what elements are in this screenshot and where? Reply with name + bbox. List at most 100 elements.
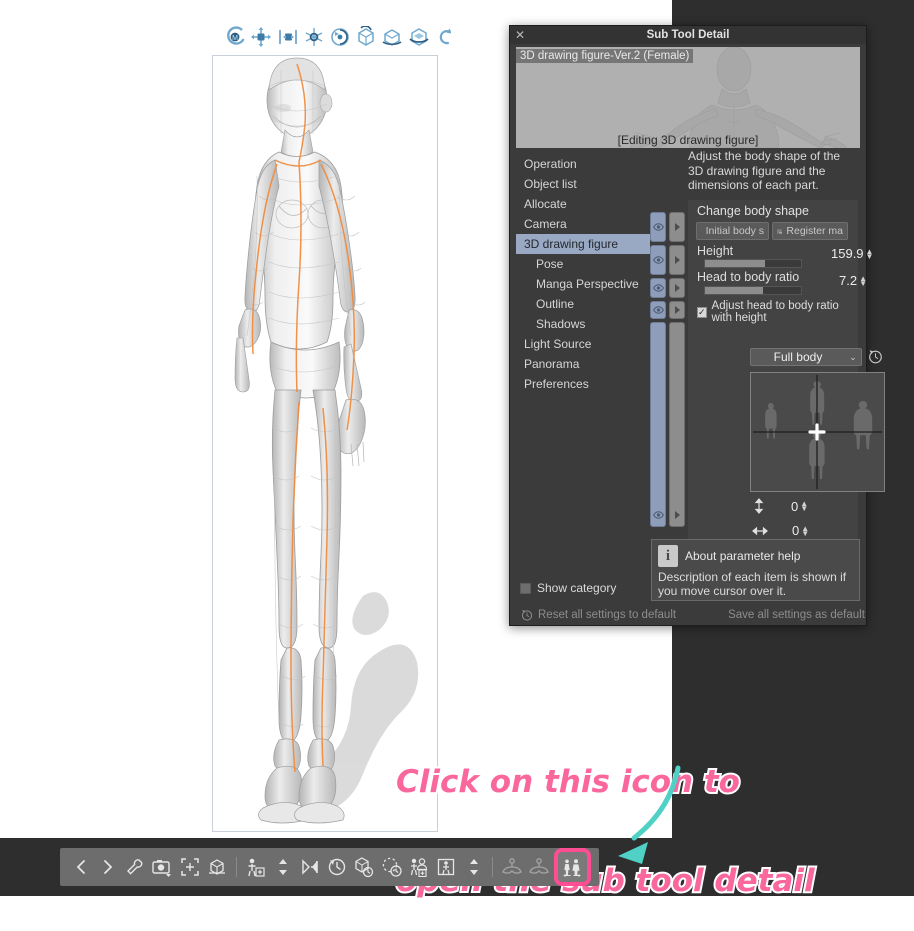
height-spinner[interactable]: 159.9 ▲ ▼ [831,246,873,261]
eye-icon[interactable] [650,322,666,527]
horizontal-offset-row[interactable]: 0 ▲ ▼ [752,523,809,538]
sidebar-item-shadows[interactable]: Shadows [516,314,650,334]
body-part-reset-icon[interactable] [868,349,883,367]
initial-body-shape-label: Initial body s [705,225,764,237]
sidebar-item-object-list[interactable]: Object list [516,174,650,194]
fit-to-screen-button[interactable] [177,853,202,881]
hand-pose-right-button[interactable] [526,853,551,881]
eye-icon[interactable] [650,245,666,275]
sub-tool-detail-button[interactable] [553,848,591,886]
sidebar-item-allocate[interactable]: Allocate [516,194,650,214]
sidebar-item-operation[interactable]: Operation [516,154,650,174]
height-slider[interactable] [704,259,802,268]
sidebar-item-light-source[interactable]: Light Source [516,334,650,354]
vertical-offset-spinner[interactable]: 0 ▲ ▼ [791,499,808,514]
horizontal-offset-value: 0 [792,523,800,538]
hand-pose-left-button[interactable] [499,853,524,881]
sidebar-item-pose[interactable]: Pose [516,254,650,274]
reset-all-settings-button[interactable]: Reset all settings to default [511,609,676,621]
palette-title: Sub Tool Detail [646,29,730,41]
sidebar-item-preferences[interactable]: Preferences [516,374,650,394]
show-category-checkbox[interactable] [520,582,531,594]
camera-angle-button[interactable] [150,853,175,881]
vertical-offset-value: 0 [791,498,799,514]
move-free-icon[interactable] [250,25,272,49]
body-shape-pad[interactable] [750,372,885,492]
chevron-right-icon[interactable] [669,322,685,527]
sub-tool-detail-palette[interactable]: ✕ Sub Tool Detail 3D drawing figure-Ver.… [509,25,885,626]
head-to-body-ratio-slider[interactable] [704,286,802,295]
show-category-row[interactable]: Show category [520,581,616,595]
sidebar-item-camera[interactable]: Camera [516,214,650,234]
parameter-help-description: Description of each item is shown if you… [658,570,847,598]
rotate-around-model-icon[interactable]: M [224,25,246,49]
vertical-offset-row[interactable]: 0 ▲ ▼ [753,498,808,514]
reset-pose-button[interactable] [325,853,350,881]
initial-body-shape-button[interactable]: Initial body s [696,222,769,240]
save-all-settings-button[interactable]: Save all settings as default [676,609,865,621]
register-material-button[interactable]: Register ma [772,222,848,240]
chevron-right-icon[interactable] [669,301,685,319]
head-ratio-stepper-arrows[interactable]: ▲ ▼ [859,274,867,287]
chevron-right-icon[interactable] [669,212,685,242]
3d-figure-bottom-toolbar[interactable] [60,848,599,886]
change-body-shape-label: Change body shape [697,204,809,218]
pose-frame-button[interactable] [434,853,459,881]
register-pose-button[interactable] [406,853,431,881]
body-part-select-value: Full body [773,350,823,364]
rotate-horizontal-icon[interactable] [381,25,403,49]
pose-updown-button[interactable] [461,853,486,881]
previous-button[interactable] [68,853,93,881]
add-figure-button[interactable] [243,853,268,881]
mirror-pose-button[interactable] [297,853,322,881]
move-plane-icon[interactable] [276,25,298,49]
adjust-head-ratio-checkbox-row[interactable]: ✓ Adjust head to body ratio with height [697,300,858,324]
body-shape-pad-graphic[interactable] [751,373,884,491]
category-sidebar[interactable]: Operation Object list Allocate Camera 3D… [516,150,650,579]
chevron-right-icon[interactable] [669,245,685,275]
sidebar-item-manga-perspective[interactable]: Manga Perspective [516,274,650,294]
chevron-down-icon[interactable]: ⌄ [845,352,861,363]
info-icon: i [658,545,678,567]
reset-clock-icon [701,230,702,232]
parameter-panel[interactable]: Change body shape Initial body s Registe… [688,200,885,579]
eye-icon[interactable] [650,301,666,319]
head-to-body-ratio-spinner[interactable]: 7.2 ▲ ▼ [839,273,867,288]
3d-object-manipulation-toolbar[interactable]: M [224,22,456,52]
head-to-body-ratio-value: 7.2 [839,273,858,288]
expand-toggle-strip[interactable] [669,212,685,579]
height-stepper-arrows[interactable]: ▲ ▼ [866,247,874,260]
palette-footer[interactable]: Reset all settings to default Save all s… [511,606,865,624]
rotate-vertical-icon[interactable] [355,25,377,49]
rotate-plane-icon[interactable] [408,25,430,49]
body-part-select[interactable]: Full body ⌄ [750,348,862,366]
next-button[interactable] [95,853,120,881]
vertical-stepper-arrows[interactable]: ▲ ▼ [800,500,808,513]
body-shape-button-row[interactable]: Initial body s Register ma [696,222,848,240]
rotate-camera-icon[interactable] [329,25,351,49]
tool-settings-button[interactable] [123,853,148,881]
eye-icon[interactable] [650,212,666,242]
head-to-body-ratio-label: Head to body ratio [697,270,800,284]
save-all-settings-label: Save all settings as default [728,609,865,621]
reset-camera-button[interactable] [204,853,229,881]
eye-icon[interactable] [650,278,666,298]
adjust-head-ratio-checkbox[interactable]: ✓ [697,306,707,318]
height-adjust-button[interactable] [270,853,295,881]
move-3d-axis-icon[interactable] [303,25,325,49]
reset-rotation-button[interactable] [379,853,404,881]
close-icon[interactable]: ✕ [510,28,530,42]
eye-toggle-strip[interactable] [650,212,666,579]
register-material-label: Register ma [786,225,843,237]
palette-titlebar[interactable]: ✕ Sub Tool Detail [510,26,866,44]
sidebar-item-outline[interactable]: Outline [516,294,650,314]
sidebar-item-3d-drawing-figure[interactable]: 3D drawing figure [516,234,650,254]
object-reset-button[interactable] [352,853,377,881]
parameter-visibility-column[interactable] [650,150,686,579]
chevron-right-icon[interactable] [669,278,685,298]
horizontal-offset-spinner[interactable]: 0 ▲ ▼ [792,523,809,538]
palette-body: Operation Object list Allocate Camera 3D… [516,149,885,579]
horizontal-stepper-arrows[interactable]: ▲ ▼ [801,524,809,537]
undo-rotation-icon[interactable] [434,25,456,49]
sidebar-item-panorama[interactable]: Panorama [516,354,650,374]
